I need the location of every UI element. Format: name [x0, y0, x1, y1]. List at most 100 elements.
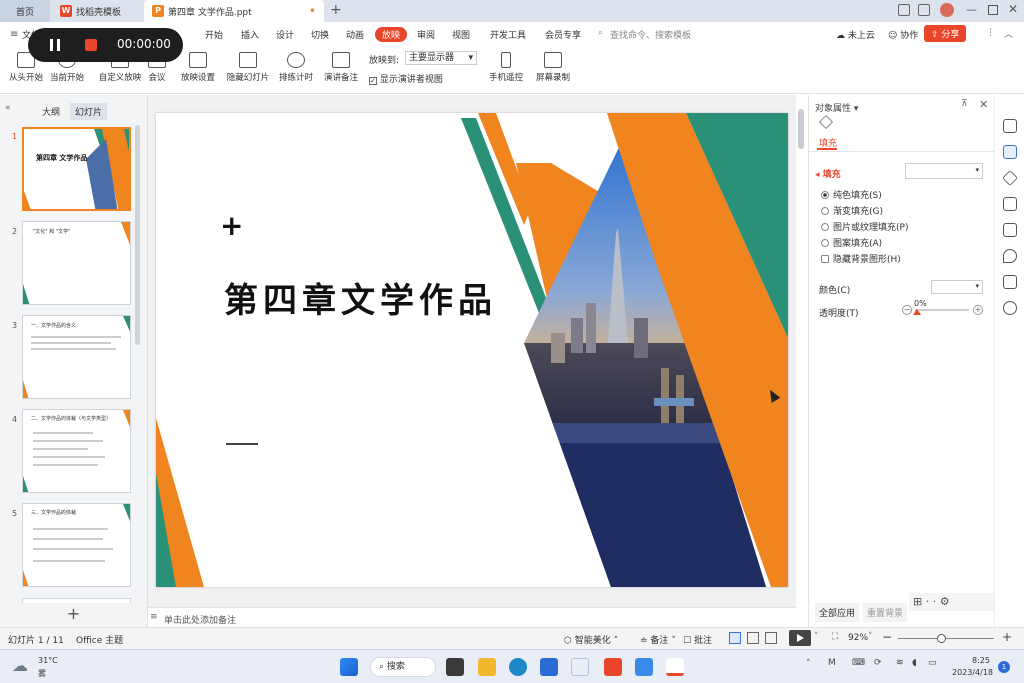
slide-thumbnail-4[interactable]: 二、文学作品的体裁（与文学类型） [22, 409, 131, 493]
hide-slide-button[interactable]: 隐藏幻灯片 [226, 52, 270, 83]
slide-1[interactable]: + 第四章文学作品 [156, 113, 788, 587]
layout-icon[interactable] [898, 4, 910, 16]
slide-thumbnail-3[interactable]: 一、文学作品的含义 [22, 315, 131, 399]
collapse-panel-icon[interactable]: « [5, 103, 11, 113]
task-view-icon[interactable] [446, 658, 464, 676]
reading-view-icon[interactable] [765, 632, 777, 644]
monitor-select[interactable]: 主要显示器 ▾ [405, 51, 477, 65]
cloud-app-icon[interactable] [635, 658, 653, 676]
menu-transition[interactable]: 切换 [311, 28, 329, 41]
store-icon[interactable] [540, 658, 558, 676]
close-panel-icon[interactable]: ✕ [979, 98, 988, 111]
notes-placeholder[interactable]: 单击此处添加备注 [164, 613, 236, 626]
ime-punctuation-icon[interactable]: · [933, 595, 937, 608]
play-slideshow-button[interactable] [789, 630, 811, 646]
tray-sync-icon[interactable]: ⟳ [874, 658, 882, 668]
slide-title[interactable]: 第四章文学作品 [224, 273, 497, 322]
animation-icon[interactable] [1002, 170, 1018, 186]
fill-type-select[interactable]: ▾ [905, 163, 983, 179]
notification-badge[interactable]: 1 [998, 661, 1010, 673]
tab-document[interactable]: P 第四章 文学作品.ppt • [144, 0, 324, 22]
copy-icon[interactable] [1003, 197, 1017, 211]
style-icon[interactable] [1003, 119, 1017, 133]
file-explorer-icon[interactable] [478, 658, 496, 676]
increase-icon[interactable]: + [973, 305, 983, 315]
presenter-view-checkbox[interactable]: ✓ 显示演讲者视图 [369, 72, 443, 85]
collab-button[interactable]: ☺ 协作 [888, 28, 918, 41]
input-method-toolbar[interactable]: ⊞ · · ⚙ [909, 593, 995, 611]
menu-developer[interactable]: 开发工具 [490, 28, 526, 41]
solid-fill-radio[interactable]: 纯色填充(S) [821, 188, 882, 201]
menu-review[interactable]: 审阅 [417, 28, 435, 41]
close-icon[interactable]: ✕ [1008, 2, 1018, 16]
share-button[interactable]: ⇪ 分享 [924, 25, 967, 42]
play-options-icon[interactable]: ˅ [814, 632, 819, 642]
screen-record-button[interactable]: 屏幕录制 [535, 52, 571, 83]
book-icon[interactable] [1003, 275, 1017, 289]
mail-icon[interactable] [571, 658, 589, 676]
properties-header[interactable]: 对象属性 ▾ [815, 101, 858, 114]
help-icon[interactable] [1003, 301, 1017, 315]
notes-toggle[interactable]: ≐ 备注 ˅ [640, 633, 676, 646]
comment-button[interactable]: ☐ 批注 [683, 633, 712, 646]
fill-section-header[interactable]: ◂ 填充 [815, 167, 841, 180]
reset-background-button[interactable]: 重置背景 [863, 603, 908, 622]
stop-icon[interactable] [85, 39, 97, 51]
thumbnail-scrollbar[interactable] [135, 125, 140, 345]
zoom-in-icon[interactable]: + [1002, 630, 1012, 644]
minimize-icon[interactable]: — [966, 3, 977, 16]
tab-slides[interactable]: 幻灯片 [70, 103, 108, 120]
properties-icon[interactable] [1003, 145, 1017, 159]
slide-thumbnail-5[interactable]: 三、文学作品的体裁 [22, 503, 131, 587]
tray-app-icon[interactable]: M [828, 658, 836, 668]
new-tab-icon[interactable]: + [330, 2, 342, 18]
zoom-dropdown-icon[interactable]: ˅ [868, 632, 873, 642]
tab-home[interactable]: 首页 [0, 0, 50, 22]
gradient-fill-radio[interactable]: 渐变填充(G) [821, 204, 883, 217]
tab-template[interactable]: W 找稻壳模板 [52, 0, 142, 22]
edge-icon[interactable] [509, 658, 527, 676]
smart-beautify-button[interactable]: ⬡ 智能美化 ˄ [564, 633, 618, 646]
menu-design[interactable]: 设计 [276, 28, 294, 41]
decrease-icon[interactable]: − [902, 305, 912, 315]
zoom-slider-handle[interactable] [937, 634, 946, 643]
notes-bar[interactable]: ≡ 单击此处添加备注 [148, 607, 796, 627]
slider-handle-icon[interactable] [913, 309, 921, 315]
wps-icon[interactable] [604, 658, 622, 676]
wifi-icon[interactable]: ≋ [896, 658, 904, 668]
zoom-slider[interactable] [898, 638, 994, 639]
clock-time[interactable]: 8:25 [972, 656, 990, 665]
clock-date[interactable]: 2023/4/18 [952, 668, 993, 677]
hide-bg-checkbox[interactable]: 隐藏背景图形(H) [821, 252, 901, 265]
color-picker[interactable]: ▾ [931, 280, 983, 294]
fit-window-icon[interactable]: ⛶ [832, 632, 838, 642]
picture-icon[interactable] [1003, 223, 1017, 237]
taskbar-search[interactable]: ⌕ 搜索 [370, 657, 436, 677]
menu-animation[interactable]: 动画 [346, 28, 364, 41]
slide-sorter-icon[interactable] [747, 632, 759, 644]
slide-thumbnail-1[interactable]: 第四章 文学作品 [22, 127, 131, 211]
menu-insert[interactable]: 插入 [241, 28, 259, 41]
ime-settings-icon[interactable]: ⚙ [940, 595, 950, 608]
weather-icon[interactable]: ☁ [12, 656, 28, 675]
theme-name[interactable]: Office 主题 [76, 633, 123, 646]
windows-start-icon[interactable] [340, 658, 358, 676]
add-slide-icon[interactable]: + [0, 603, 147, 627]
ime-keyboard-icon[interactable]: ⊞ [913, 595, 922, 608]
speaker-notes-button[interactable]: 演讲备注 [323, 52, 359, 83]
volume-icon[interactable]: ◖ [912, 658, 917, 668]
pause-icon[interactable] [50, 39, 53, 51]
grid-icon[interactable] [918, 4, 930, 16]
avatar[interactable] [940, 3, 954, 17]
normal-view-icon[interactable] [729, 632, 741, 644]
pin-icon[interactable]: ⊼ [961, 99, 968, 109]
phone-remote-button[interactable]: 手机遥控 [488, 52, 524, 83]
rehearse-button[interactable]: 排练计时 [276, 52, 316, 83]
zoom-level[interactable]: 92% [848, 633, 868, 643]
transparency-slider[interactable] [915, 309, 969, 311]
cloud-status[interactable]: ☁ 未上云 [836, 28, 875, 41]
zoom-out-icon[interactable]: − [882, 630, 892, 644]
wps-office-icon[interactable] [666, 658, 684, 676]
command-search[interactable]: 查找命令、搜索模板 [610, 28, 691, 41]
tray-keyboard-icon[interactable]: ⌨ [852, 658, 865, 668]
